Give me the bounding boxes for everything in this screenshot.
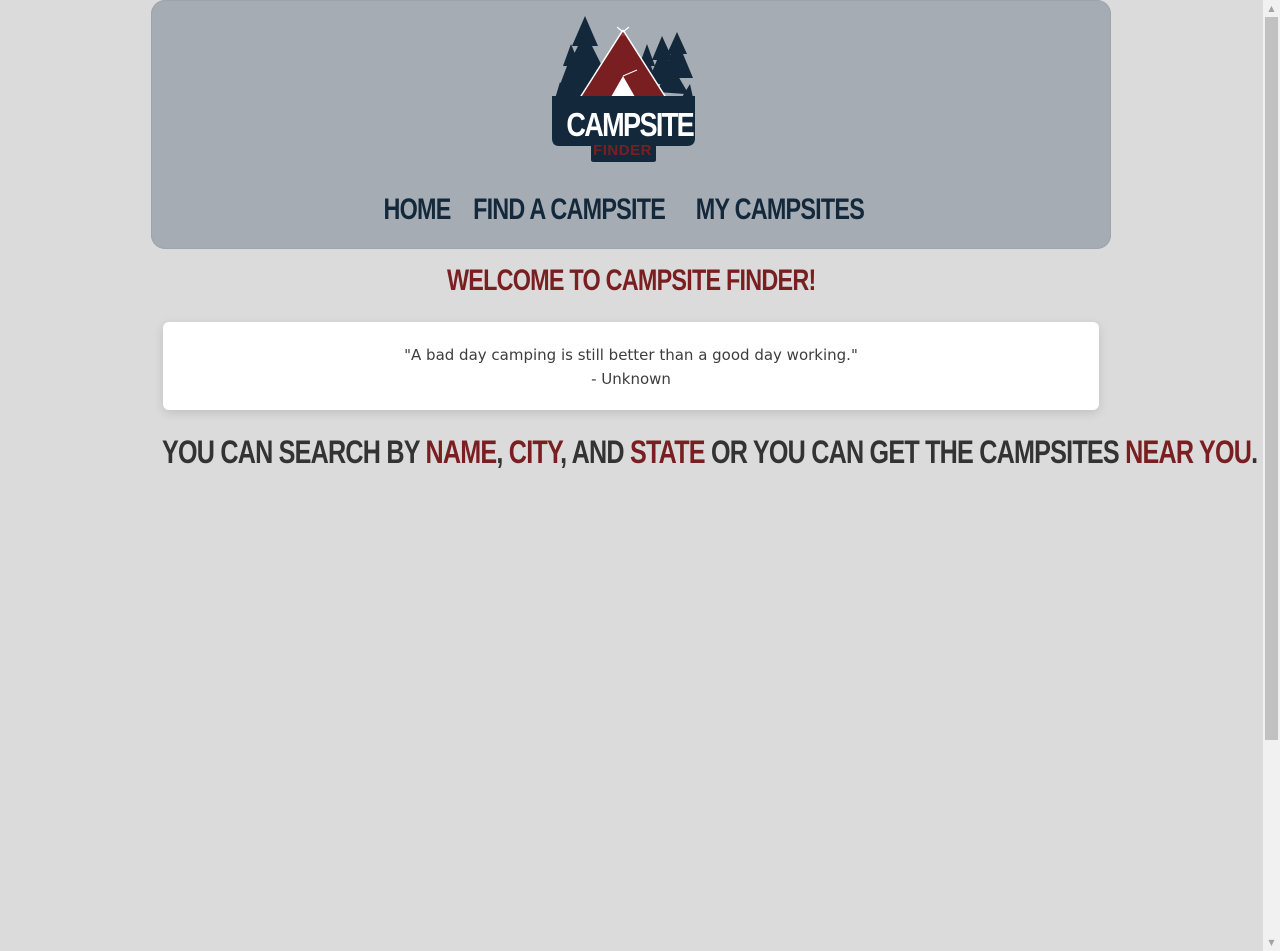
search-hint-end: .: [1251, 434, 1258, 470]
search-hint-part1: YOU CAN SEARCH BY: [162, 434, 426, 470]
search-hint-sep2: , AND: [560, 434, 630, 470]
search-hint-state: STATE: [629, 434, 706, 470]
campsite-finder-logo[interactable]: CAMPSITE FINDER: [551, 14, 696, 162]
logo-subtitle: FINDER: [593, 142, 652, 159]
scroll-down-icon[interactable]: ▼: [1263, 934, 1280, 951]
quote-card: "A bad day camping is still better than …: [163, 322, 1099, 410]
welcome-heading-text: WELCOME TO CAMPSITE FINDER!: [447, 264, 816, 297]
search-hint-part2: OR YOU CAN GET THE CAMPSITES: [704, 434, 1126, 470]
search-hint-near-you: NEAR YOU: [1125, 434, 1252, 470]
quote-author: - Unknown: [591, 370, 671, 388]
quote-text: "A bad day camping is still better than …: [404, 346, 858, 364]
search-hint-name: NAME: [425, 434, 497, 470]
nav-home-link[interactable]: HOME: [383, 188, 451, 232]
nav-my-campsites-link[interactable]: MY CAMPSITES: [696, 188, 865, 232]
nav-find-campsite-link[interactable]: FIND A CAMPSITE: [473, 188, 666, 232]
scroll-up-icon[interactable]: ▲: [1263, 0, 1280, 17]
logo-title: CAMPSITE: [566, 106, 694, 143]
welcome-heading: WELCOME TO CAMPSITE FINDER!: [0, 262, 1263, 300]
scroll-thumb[interactable]: [1265, 17, 1278, 740]
search-hint-sep1: ,: [496, 434, 509, 470]
site-header: CAMPSITE FINDER HOME FIND A CAMPSITE MY …: [151, 0, 1111, 249]
search-hint: YOU CAN SEARCH BY NAME, CITY, AND STATE …: [162, 432, 1258, 472]
main-nav: HOME FIND A CAMPSITE MY CAMPSITES: [151, 188, 1111, 232]
page: CAMPSITE FINDER HOME FIND A CAMPSITE MY …: [0, 0, 1263, 951]
search-hint-city: CITY: [508, 434, 561, 470]
vertical-scrollbar[interactable]: ▲ ▼: [1263, 0, 1280, 951]
